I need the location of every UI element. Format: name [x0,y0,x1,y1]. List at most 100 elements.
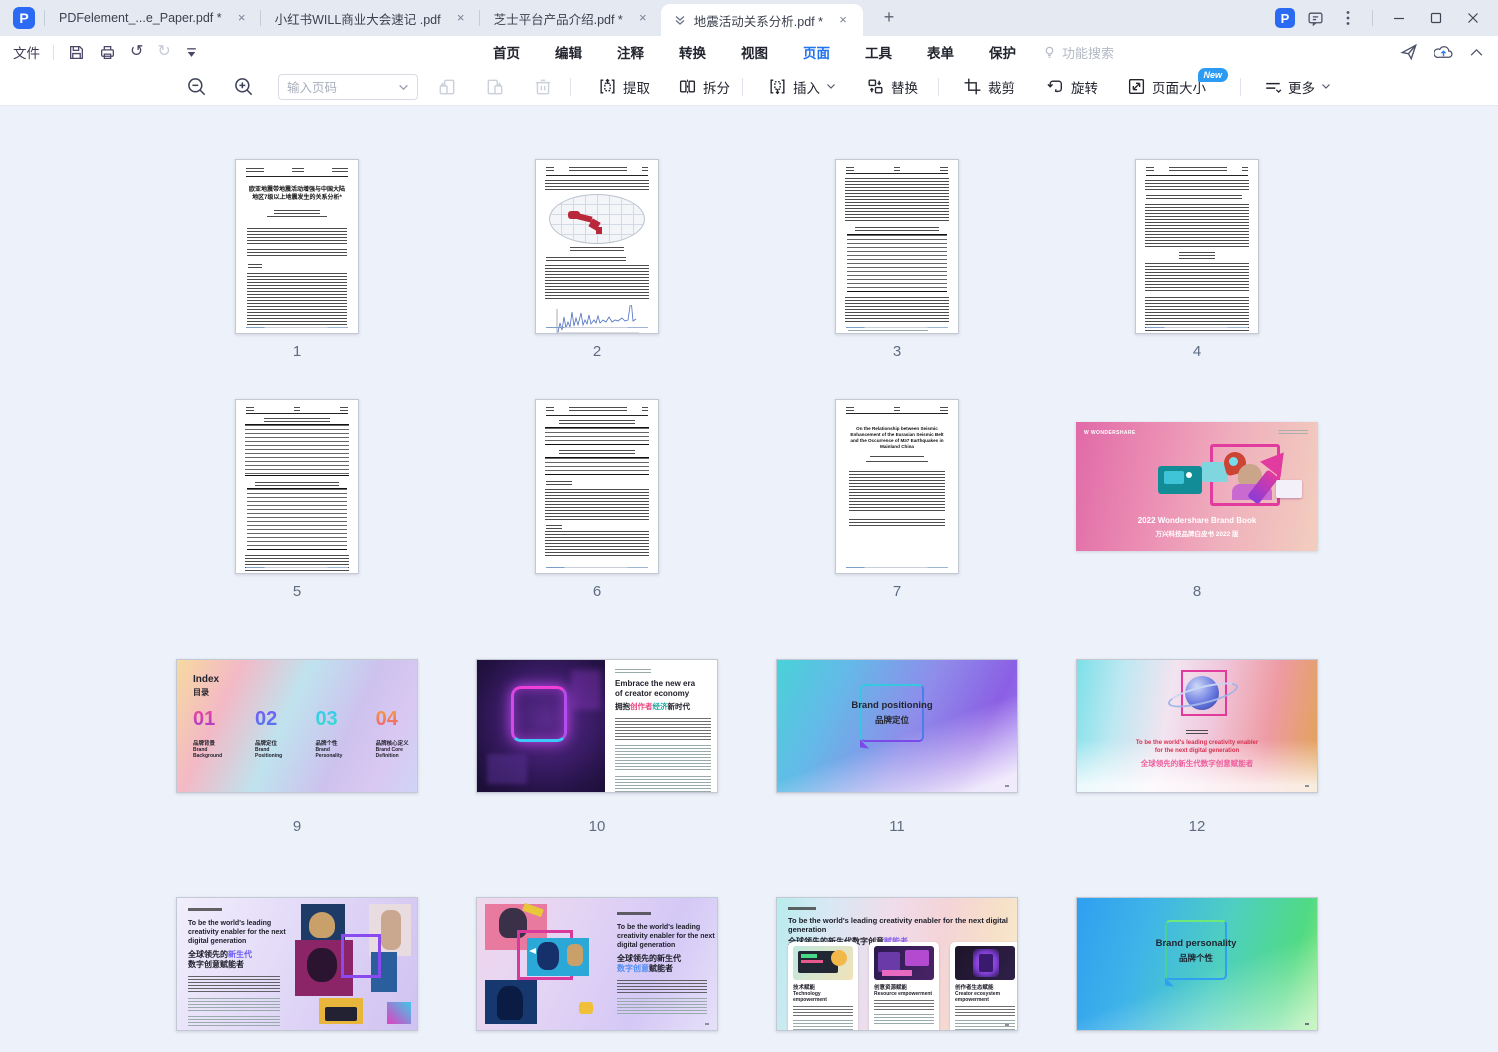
save-icon[interactable] [68,44,85,61]
vision14-en-1: To be the world's leading [617,923,715,932]
paper-title-line2: 地区7级以上地震发生的关系分析* [236,194,358,202]
page-size-button[interactable]: 页面大小 New [1127,77,1206,97]
brand-book-title-en: 2022 Wondershare Brand Book [1076,516,1318,525]
pdfelement-badge-icon[interactable]: P [1275,8,1295,28]
collapse-toolbar-icon[interactable] [1469,46,1484,58]
menu-page[interactable]: 页面 [802,37,831,67]
split-button[interactable]: 拆分 [678,77,730,97]
page-5-thumbnail[interactable] [235,399,359,574]
close-window-button[interactable] [1458,5,1488,31]
creator-title-en-2: of creator economy [615,689,707,699]
page-thumbnail-cell: Index 目录 01 品牌背景 Brand Background 02 品牌定… [147,659,447,793]
card-title-en: Technology empowerment [793,991,853,1003]
page-8-thumbnail[interactable]: W WONDERSHARE 2022 Wonde [1076,422,1318,551]
redo-icon[interactable]: ↻ [157,44,170,60]
menu-tools[interactable]: 工具 [864,37,893,67]
undo-icon[interactable]: ↺ [130,44,143,60]
card-title-en: Creator ecosystem empowerment [955,991,1015,1003]
index-label-en: Brand Personality [315,747,349,759]
page-number: 7 [747,583,1047,600]
planet-illustration [1165,668,1243,726]
crop-label: 裁剪 [988,77,1015,97]
replace-button[interactable]: 替换 [866,77,918,97]
page-15-thumbnail[interactable]: To be the world's leading creativity ena… [776,897,1018,1031]
page-11-thumbnail[interactable]: Brand positioning 品牌定位 [776,659,1018,793]
insert-label: 插入 [793,77,820,97]
zoom-in-icon[interactable] [233,76,254,97]
cloud-upload-icon[interactable] [1434,43,1453,61]
tab-earthquake-active[interactable]: 地震活动关系分析.pdf * × [661,4,863,36]
chevron-down-icon[interactable] [398,83,409,91]
menu-form[interactable]: 表单 [926,37,955,67]
vision13-zh: 全球领先的新生代 数字创意赋能者 [188,950,286,970]
more-label: 更多 [1288,77,1315,97]
index-number: 03 [315,708,349,731]
feedback-icon[interactable] [1302,6,1328,30]
new-tab-button[interactable]: + [877,6,901,30]
tab-close-icon[interactable]: × [835,12,851,28]
page-thumbnail-cell: 4 [1047,159,1347,334]
paper-title-line1: 欧亚地震带地震活动增强与中国大陆 [236,186,358,194]
more-button[interactable]: 更多 [1264,77,1331,97]
share-icon[interactable] [1400,43,1418,61]
page-4-thumbnail[interactable] [1135,159,1259,334]
tab-xiaohongshu[interactable]: 小红书WILL商业大会速记 .pdf × [261,0,479,36]
page-thumbnail-cell: 5 [147,399,447,574]
index-label-zh: 品牌背景 [193,739,229,747]
toolbar-divider [742,78,743,96]
index-label-en: Brand Core Definition [376,747,417,759]
print-icon[interactable] [99,44,116,61]
maximize-button[interactable] [1421,5,1451,31]
page-number: 9 [147,818,447,835]
paper-table [545,427,649,445]
page-thumbnail-cell: W WONDERSHARE 2022 Wonde [1047,399,1347,551]
creator-title-zh: 拥抱创作者经济新时代 [615,701,707,712]
index-number: 01 [193,708,229,731]
creator-title-en-1: Embrace the new era [615,679,707,689]
page-thumbnail-cell: To be the world's leading creativity ena… [147,897,447,1031]
lightbulb-icon [1042,45,1057,60]
page-number-input[interactable]: 输入页码 [278,74,418,100]
feature-search[interactable]: 功能搜索 [1042,43,1114,62]
page-9-thumbnail[interactable]: Index 目录 01 品牌背景 Brand Background 02 品牌定… [176,659,418,793]
page-14-thumbnail[interactable]: To be the world's leading creativity ena… [476,897,718,1031]
tab-close-icon[interactable]: × [234,10,250,26]
insert-button[interactable]: 插入 [768,77,836,97]
page-1-thumbnail[interactable]: 欧亚地震带地震活动增强与中国大陆 地区7级以上地震发生的关系分析* [235,159,359,334]
vision-line2: for the next digital generation [1077,748,1317,756]
kebab-menu-icon[interactable] [1335,6,1361,30]
page-10-thumbnail[interactable]: Embrace the new era of creator economy 拥… [476,659,718,793]
page-3-thumbnail[interactable] [835,159,959,334]
page-12-thumbnail[interactable]: To be the world's leading creativity ena… [1076,659,1318,793]
minimize-button[interactable] [1384,5,1414,31]
page-2-thumbnail[interactable] [535,159,659,334]
file-menu-button[interactable]: 文件 [0,42,53,62]
tab-close-icon[interactable]: × [635,10,651,26]
speech-bubble-outline: Brand positioning 品牌定位 [860,684,924,742]
extract-button[interactable]: 提取 [598,77,650,97]
menu-view[interactable]: 视图 [740,37,769,67]
window-divider [1372,10,1373,26]
page-16-thumbnail[interactable]: Brand personality 品牌个性 [1076,897,1318,1031]
menu-edit[interactable]: 编辑 [554,37,583,67]
menu-protect[interactable]: 保护 [988,37,1017,67]
page-number: 12 [1047,818,1347,835]
card-title-zh: 创作者生态赋能 [955,983,1015,991]
paper-table [245,424,349,476]
tab-close-icon[interactable]: × [453,10,469,26]
page-7-thumbnail[interactable]: On the Relationship between Seismic Enha… [835,399,959,574]
menu-convert[interactable]: 转换 [678,37,707,67]
page-13-thumbnail[interactable]: To be the world's leading creativity ena… [176,897,418,1031]
tab-zhishi[interactable]: 芝士平台产品介绍.pdf * × [480,0,661,36]
zoom-out-icon[interactable] [186,76,207,97]
menu-home[interactable]: 首页 [492,37,521,67]
rotate-button[interactable]: 旋转 [1046,77,1098,97]
app-logo-icon[interactable]: P [13,7,35,29]
index-item: 03 品牌个性 Brand Personality [315,708,349,759]
page-6-thumbnail[interactable] [535,399,659,574]
menu-comment[interactable]: 注释 [616,37,645,67]
crop-button[interactable]: 裁剪 [963,77,1015,97]
index-label-zh: 品牌个性 [315,739,349,747]
toolbar-options-icon[interactable] [185,46,198,59]
tab-pdfelement-paper[interactable]: PDFelement_...e_Paper.pdf * × [45,0,260,36]
